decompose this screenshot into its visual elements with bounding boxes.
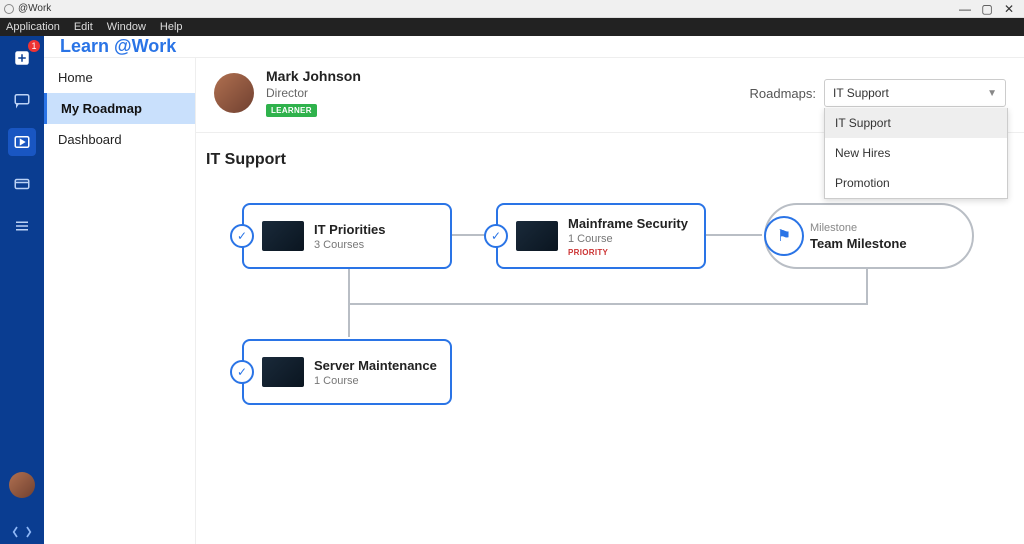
roadmaps-label: Roadmaps: bbox=[750, 86, 816, 101]
menu-edit[interactable]: Edit bbox=[74, 21, 93, 33]
sidebar: Home My Roadmap Dashboard bbox=[44, 58, 196, 544]
topbar: Learn @Work bbox=[44, 36, 1024, 58]
maximize-button[interactable]: ▢ bbox=[976, 2, 998, 16]
dropdown-option-label: Promotion bbox=[835, 176, 890, 190]
dropdown-selected: IT Support bbox=[833, 86, 889, 100]
priority-badge: PRIORITY bbox=[568, 248, 688, 257]
check-icon: ✓ bbox=[230, 360, 254, 384]
card-title: Mainframe Security bbox=[568, 216, 688, 231]
profile-avatar[interactable] bbox=[214, 73, 254, 113]
card-thumbnail bbox=[516, 221, 558, 251]
notification-badge: 1 bbox=[28, 40, 40, 52]
menu-help[interactable]: Help bbox=[160, 21, 183, 33]
profile-row: Mark Johnson Director LEARNER Roadmaps: … bbox=[196, 58, 1024, 133]
titlebar: @Work — ▢ ✕ bbox=[0, 0, 1024, 18]
minimize-button[interactable]: — bbox=[954, 2, 976, 16]
flag-icon: ⚑ bbox=[764, 216, 804, 256]
dropdown-option-label: IT Support bbox=[835, 116, 891, 130]
sidebar-item-dashboard[interactable]: Dashboard bbox=[44, 124, 195, 155]
dropdown-option-it-support[interactable]: IT Support bbox=[825, 108, 1007, 138]
profile-role: Director bbox=[266, 86, 361, 100]
card-server-maintenance[interactable]: ✓ Server Maintenance 1 Course bbox=[242, 339, 452, 405]
app-icon bbox=[4, 4, 14, 14]
menubar: Application Edit Window Help bbox=[0, 18, 1024, 36]
roadmaps-dropdown[interactable]: IT Support ▼ IT Support New Hires Promot… bbox=[824, 79, 1006, 107]
sidebar-item-label: My Roadmap bbox=[61, 101, 142, 116]
dropdown-option-label: New Hires bbox=[835, 146, 890, 160]
dropdown-option-new-hires[interactable]: New Hires bbox=[825, 138, 1007, 168]
main-panel: Mark Johnson Director LEARNER Roadmaps: … bbox=[196, 58, 1024, 544]
dropdown-menu: IT Support New Hires Promotion bbox=[824, 108, 1008, 199]
check-icon: ✓ bbox=[230, 224, 254, 248]
rail-avatar[interactable] bbox=[9, 472, 35, 498]
check-icon: ✓ bbox=[484, 224, 508, 248]
milestone-card[interactable]: ⚑ Milestone Team Milestone bbox=[764, 203, 974, 269]
connector bbox=[348, 303, 868, 305]
app-title: Learn @Work bbox=[60, 36, 176, 57]
card-thumbnail bbox=[262, 357, 304, 387]
rail-chat-icon[interactable] bbox=[8, 86, 36, 114]
rail-logo[interactable]: 1 bbox=[8, 44, 36, 72]
milestone-label: Milestone bbox=[810, 222, 907, 234]
window-title: @Work bbox=[18, 3, 51, 14]
sidebar-item-label: Dashboard bbox=[58, 132, 122, 147]
card-subtitle: 1 Course bbox=[568, 233, 688, 245]
chevron-down-icon: ▼ bbox=[987, 88, 997, 99]
menu-application[interactable]: Application bbox=[6, 21, 60, 33]
card-mainframe-security[interactable]: ✓ Mainframe Security 1 Course PRIORITY bbox=[496, 203, 706, 269]
connector bbox=[866, 269, 868, 305]
card-title: IT Priorities bbox=[314, 222, 386, 237]
close-button[interactable]: ✕ bbox=[998, 2, 1020, 16]
milestone-title: Team Milestone bbox=[810, 236, 907, 251]
rail-learn-icon[interactable] bbox=[8, 128, 36, 156]
menu-window[interactable]: Window bbox=[107, 21, 146, 33]
sidebar-item-label: Home bbox=[58, 70, 93, 85]
card-subtitle: 3 Courses bbox=[314, 239, 386, 251]
rail-sync-icon[interactable] bbox=[0, 520, 44, 544]
rail-card-icon[interactable] bbox=[8, 170, 36, 198]
roadmap-canvas: ✓ IT Priorities 3 Courses ✓ Mainframe Se… bbox=[196, 169, 1024, 544]
left-rail: 1 bbox=[0, 36, 44, 544]
profile-name: Mark Johnson bbox=[266, 68, 361, 84]
rail-menu-icon[interactable] bbox=[8, 212, 36, 240]
card-subtitle: 1 Course bbox=[314, 375, 437, 387]
card-title: Server Maintenance bbox=[314, 358, 437, 373]
card-it-priorities[interactable]: ✓ IT Priorities 3 Courses bbox=[242, 203, 452, 269]
learner-badge: LEARNER bbox=[266, 104, 317, 117]
sidebar-item-my-roadmap[interactable]: My Roadmap bbox=[44, 93, 195, 124]
card-thumbnail bbox=[262, 221, 304, 251]
connector bbox=[706, 234, 762, 236]
dropdown-option-promotion[interactable]: Promotion bbox=[825, 168, 1007, 198]
sidebar-item-home[interactable]: Home bbox=[44, 62, 195, 93]
